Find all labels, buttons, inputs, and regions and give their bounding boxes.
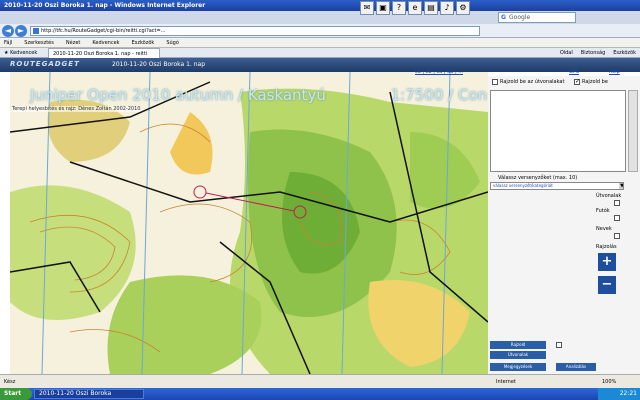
analyze-button[interactable]: Analizálás bbox=[556, 363, 596, 371]
draw-routes-label: Rajzold be az útvonalakat bbox=[500, 79, 565, 85]
folder-icon[interactable]: ▤ bbox=[424, 1, 438, 15]
cmd-page[interactable]: Oldal bbox=[560, 48, 573, 58]
event-title: 2010-11-20 Oszi Boroka 1. nap bbox=[112, 61, 206, 68]
menu-tools[interactable]: Eszközök bbox=[132, 38, 155, 47]
routes-list-scrollbar[interactable] bbox=[628, 90, 638, 172]
address-row: ◄ ► http://tfc.hu/RouteGadget/cgi-bin/re… bbox=[0, 24, 640, 38]
browser-tab[interactable]: 2010-11-20 Oszi Boroka 1. nap - reitti bbox=[48, 48, 160, 58]
menu-help[interactable]: Súgó bbox=[166, 38, 179, 47]
menu-file[interactable]: Fájl bbox=[4, 38, 12, 47]
map-title: Juniper Open 2010 autumn / Kaskantyú 1:7… bbox=[30, 86, 487, 104]
google-icon: G bbox=[501, 14, 506, 21]
address-bar[interactable]: http://tfc.hu/RouteGadget/cgi-bin/reitti… bbox=[30, 26, 480, 36]
page-icon bbox=[33, 28, 39, 34]
chevron-down-icon[interactable]: ▼ bbox=[619, 183, 623, 189]
menu-edit[interactable]: Szerkesztés bbox=[24, 38, 54, 47]
mail-icon[interactable]: ✉ bbox=[360, 1, 374, 15]
window-title: 2010-11-20 Oszi Boroka 1. nap - Windows … bbox=[0, 0, 640, 11]
browser-icon-strip: ✉ ▣ ? e ▤ ♪ ⚙ bbox=[360, 1, 470, 23]
media-icon[interactable]: ♪ bbox=[440, 1, 454, 15]
class-select-value: válassz versenyzőt/kategóriát bbox=[493, 183, 553, 188]
search-engine-label: Google bbox=[509, 14, 531, 21]
start-button[interactable]: Start bbox=[0, 388, 32, 400]
gps-link[interactable]: GPS bbox=[569, 69, 579, 75]
search-input[interactable]: G Google bbox=[498, 12, 576, 23]
class-select[interactable]: válassz versenyzőt/kategóriát ▼ bbox=[490, 182, 624, 190]
side-panel: Rajzold be az útvonalakat ✓ Rajzold be V… bbox=[488, 76, 640, 374]
clock: 22:21 bbox=[598, 388, 640, 400]
map-scale: 1:7500 / Con bbox=[390, 86, 488, 104]
address-text: http://tfc.hu/RouteGadget/cgi-bin/reitti… bbox=[41, 28, 166, 34]
favorites-button[interactable]: ★ Kedvencek bbox=[4, 48, 37, 58]
web-page: ROUTEGADGET 2010-11-20 Oszi Boroka 1. na… bbox=[0, 58, 640, 374]
screen: 2010-11-20 Oszi Boroka 1. nap - Windows … bbox=[0, 0, 640, 400]
settings-icon[interactable]: ⚙ bbox=[456, 1, 470, 15]
cmd-security[interactable]: Biztonság bbox=[581, 48, 605, 58]
option-runners-checkbox[interactable] bbox=[614, 215, 620, 221]
help-icon[interactable]: ? bbox=[392, 1, 406, 15]
back-button[interactable]: ◄ bbox=[2, 25, 14, 37]
explorer-icon[interactable]: e bbox=[408, 1, 422, 15]
routegadget-logo: ROUTEGADGET bbox=[10, 60, 80, 68]
taskbar-item[interactable]: 2010-11-20 Oszi Boroka bbox=[34, 389, 144, 399]
option-names-checkbox[interactable] bbox=[614, 233, 620, 239]
option-label-names: Nevek bbox=[596, 226, 612, 232]
zoom-out-button[interactable]: − bbox=[598, 276, 616, 294]
status-bar: Kész Internet 100% bbox=[0, 374, 640, 388]
menu-favorites[interactable]: Kedvencek bbox=[92, 38, 119, 47]
orienteering-map[interactable]: Juniper Open 2010 autumn / Kaskantyú 1:7… bbox=[10, 72, 488, 374]
map-credit: Terepi helyesbítés és rajz: Dénes Zoltán… bbox=[12, 106, 141, 112]
map-title-text: Juniper Open 2010 autumn / Kaskantyú bbox=[30, 86, 326, 104]
draw-checkbox[interactable]: ✓ bbox=[574, 79, 580, 85]
map-canvas bbox=[10, 72, 488, 374]
runners-label: Válassz versenyzőket (max. 10) bbox=[498, 175, 578, 181]
option-routes-checkbox[interactable] bbox=[614, 200, 620, 206]
tab-row: ★ Kedvencek 2010-11-20 Oszi Boroka 1. na… bbox=[0, 48, 640, 58]
favorites-label: Kedvencek bbox=[10, 50, 38, 56]
help-link[interactable]: help bbox=[609, 69, 620, 75]
window-icon[interactable]: ▣ bbox=[376, 1, 390, 15]
taskbar: Start 2010-11-20 Oszi Boroka 22:21 bbox=[0, 388, 640, 400]
auto-checkbox[interactable] bbox=[556, 342, 562, 348]
routes-list[interactable] bbox=[490, 90, 626, 172]
option-label-draw: Rajzolás bbox=[596, 244, 617, 250]
routes-button[interactable]: Útvonalak bbox=[490, 351, 546, 359]
status-text: Kész bbox=[4, 379, 16, 385]
draw-routes-checkbox[interactable] bbox=[492, 79, 498, 85]
routegadget-header: ROUTEGADGET 2010-11-20 Oszi Boroka 1. na… bbox=[0, 58, 640, 72]
zoom-level[interactable]: 100% bbox=[602, 375, 616, 389]
draw-label: Rajzold be bbox=[582, 79, 608, 85]
forward-button[interactable]: ► bbox=[15, 25, 27, 37]
option-label-runners: Futók bbox=[596, 208, 610, 214]
security-zone: Internet bbox=[496, 379, 516, 385]
draw-button[interactable]: Rajzold bbox=[490, 341, 546, 349]
command-bar: Oldal Biztonság Eszközök bbox=[560, 48, 636, 58]
comments-button[interactable]: Megjegyzések bbox=[490, 363, 546, 371]
map-links[interactable]: ca | cb | ca | da | ... bbox=[415, 69, 463, 75]
cmd-tools[interactable]: Eszközök bbox=[613, 48, 636, 58]
menu-view[interactable]: Nézet bbox=[66, 38, 80, 47]
zoom-in-button[interactable]: + bbox=[598, 253, 616, 271]
menu-bar: Fájl Szerkesztés Nézet Kedvencek Eszközö… bbox=[0, 38, 640, 48]
option-label-routes: Útvonalak bbox=[596, 193, 622, 199]
